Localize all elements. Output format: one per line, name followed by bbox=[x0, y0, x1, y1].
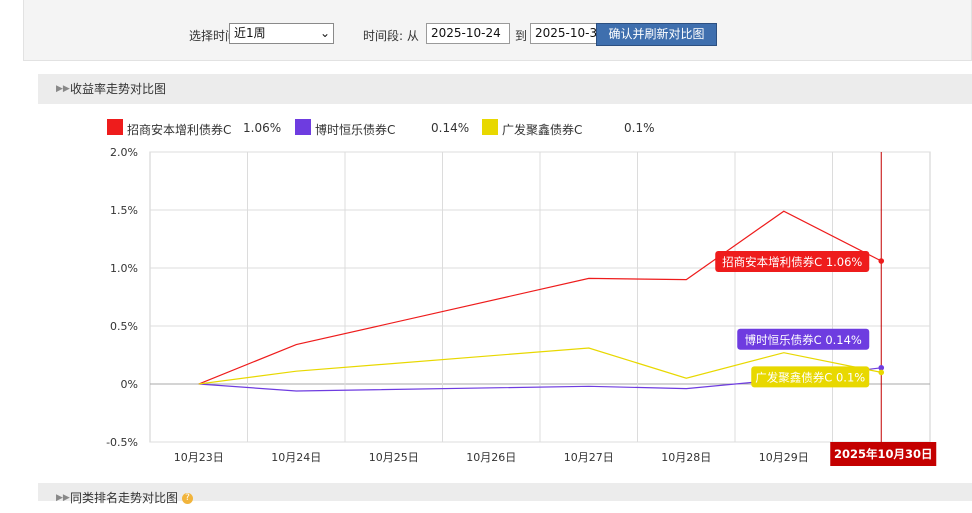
ranking-section-title: 同类排名走势对比图? bbox=[70, 483, 194, 513]
x-tick-label: 10月29日 bbox=[759, 451, 809, 464]
ranking-section-header[interactable]: ▶▶ 同类排名走势对比图? bbox=[38, 483, 972, 505]
y-tick-label: 1.0% bbox=[110, 262, 138, 275]
x-tick-label: 10月26日 bbox=[466, 451, 516, 464]
y-tick-label: 0.5% bbox=[110, 320, 138, 333]
series-tooltip: 招商安本增利债券C 1.06% bbox=[715, 251, 870, 273]
info-icon[interactable]: ? bbox=[182, 493, 194, 504]
x-tick-label: 10月24日 bbox=[271, 451, 321, 464]
series-tooltip: 广发聚鑫债券C 0.1% bbox=[751, 366, 870, 388]
series-tooltip-label: 招商安本增利债券C 1.06% bbox=[722, 255, 862, 269]
y-tick-label: 1.5% bbox=[110, 204, 138, 217]
y-tick-label: 0% bbox=[121, 378, 138, 391]
y-tick-label: -0.5% bbox=[106, 436, 138, 449]
series-tooltip-label: 广发聚鑫债券C 0.1% bbox=[755, 370, 865, 384]
series-tooltip: 博时恒乐债券C 0.14% bbox=[737, 328, 870, 350]
series-end-point bbox=[878, 369, 885, 376]
crosshair-date-badge: 2025年10月30日 bbox=[830, 442, 937, 466]
crosshair-date-label: 2025年10月30日 bbox=[834, 447, 933, 461]
series-tooltip-label: 博时恒乐债券C 0.14% bbox=[745, 333, 862, 347]
expand-arrow-icon: ▶▶ bbox=[56, 493, 70, 503]
returns-line-chart: 2.0% 1.5% 1.0% 0.5% 0% -0.5% 10月23日 10月24日 10月25… bbox=[106, 146, 937, 466]
x-tick-label: 10月25日 bbox=[369, 451, 419, 464]
y-tick-label: 2.0% bbox=[110, 146, 138, 159]
x-tick-label: 10月28日 bbox=[661, 451, 711, 464]
x-tick-label: 10月23日 bbox=[174, 451, 224, 464]
x-tick-label: 10月27日 bbox=[564, 451, 614, 464]
series-end-point bbox=[878, 258, 885, 264]
